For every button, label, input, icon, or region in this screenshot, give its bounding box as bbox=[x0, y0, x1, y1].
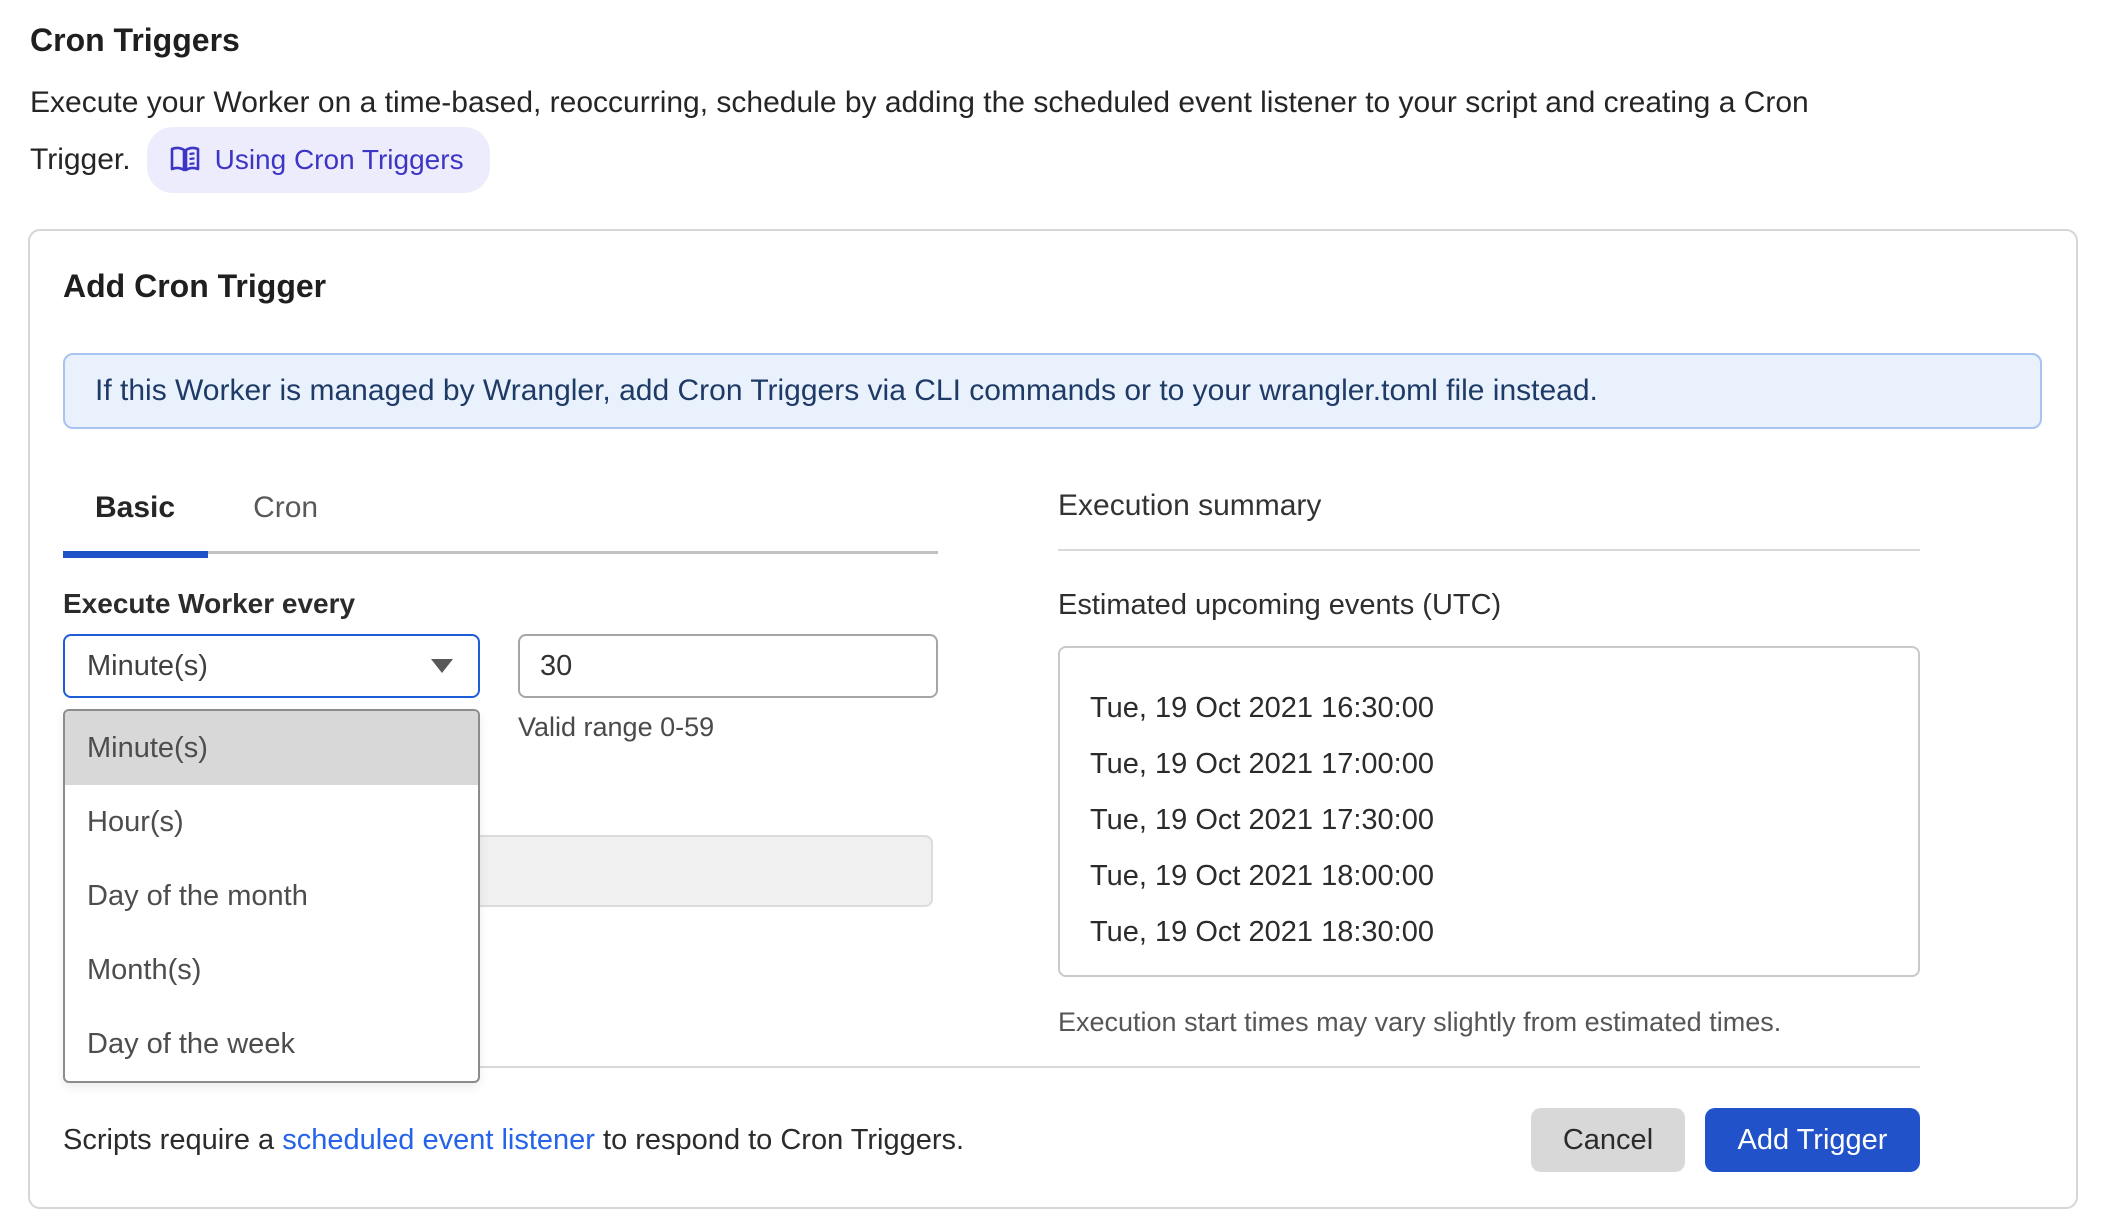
execution-summary-title: Execution summary bbox=[1058, 485, 1920, 523]
card-footer: Scripts require a scheduled event listen… bbox=[63, 1108, 1920, 1172]
description-line2: Trigger. bbox=[30, 136, 131, 184]
cron-triggers-page: Cron Triggers Execute your Worker on a t… bbox=[0, 0, 2108, 1209]
event-item: Tue, 19 Oct 2021 18:00:00 bbox=[1090, 848, 1888, 904]
event-item: Tue, 19 Oct 2021 17:30:00 bbox=[1090, 792, 1888, 848]
trigger-form-column: Basic Cron Execute Worker every Minute(s… bbox=[63, 485, 938, 1038]
execution-summary-divider bbox=[1058, 549, 1920, 551]
book-icon bbox=[169, 145, 201, 175]
card-title: Add Cron Trigger bbox=[63, 264, 2042, 305]
period-select[interactable]: Minute(s) bbox=[63, 634, 480, 698]
tab-cron[interactable]: Cron bbox=[253, 491, 318, 551]
scheduled-event-listener-link[interactable]: scheduled event listener bbox=[282, 1124, 595, 1156]
footer-note-after: to respond to Cron Triggers. bbox=[595, 1124, 964, 1156]
event-item: Tue, 19 Oct 2021 18:30:00 bbox=[1090, 904, 1888, 960]
tab-basic[interactable]: Basic bbox=[95, 491, 175, 551]
dropdown-option-months[interactable]: Month(s) bbox=[65, 933, 478, 1007]
chevron-down-icon bbox=[431, 659, 453, 673]
column-gap bbox=[938, 485, 1058, 1038]
page-title: Cron Triggers bbox=[30, 22, 2078, 59]
add-cron-trigger-card: Add Cron Trigger If this Worker is manag… bbox=[28, 229, 2078, 1209]
dropdown-option-day-of-month[interactable]: Day of the month bbox=[65, 859, 478, 933]
banner-text: If this Worker is managed by Wrangler, a… bbox=[95, 374, 1598, 408]
footer-note: Scripts require a scheduled event listen… bbox=[63, 1124, 1531, 1157]
event-item: Tue, 19 Oct 2021 17:00:00 bbox=[1090, 736, 1888, 792]
tab-underline-active-indicator bbox=[63, 551, 208, 558]
add-trigger-button[interactable]: Add Trigger bbox=[1705, 1108, 1920, 1172]
period-select-value: Minute(s) bbox=[87, 650, 431, 683]
execution-summary-column: Execution summary Estimated upcoming eve… bbox=[1058, 485, 1920, 1038]
period-dropdown-menu: Minute(s) Hour(s) Day of the month Month… bbox=[63, 709, 480, 1083]
using-cron-triggers-link[interactable]: Using Cron Triggers bbox=[147, 127, 490, 193]
dropdown-option-day-of-week[interactable]: Day of the week bbox=[65, 1007, 478, 1081]
wrangler-info-banner: If this Worker is managed by Wrangler, a… bbox=[63, 353, 2042, 429]
minute-value-input[interactable] bbox=[518, 634, 938, 698]
tab-bar: Basic Cron bbox=[63, 485, 938, 551]
dropdown-option-hours[interactable]: Hour(s) bbox=[65, 785, 478, 859]
card-columns: Basic Cron Execute Worker every Minute(s… bbox=[63, 485, 1920, 1038]
cancel-button[interactable]: Cancel bbox=[1531, 1108, 1685, 1172]
description-line1: Execute your Worker on a time-based, reo… bbox=[30, 79, 2078, 127]
estimated-events-box: Tue, 19 Oct 2021 16:30:00 Tue, 19 Oct 20… bbox=[1058, 646, 1920, 977]
page-description: Execute your Worker on a time-based, reo… bbox=[30, 79, 2078, 193]
event-item: Tue, 19 Oct 2021 16:30:00 bbox=[1090, 680, 1888, 736]
execute-worker-every-label: Execute Worker every bbox=[63, 588, 938, 620]
execution-note: Execution start times may vary slightly … bbox=[1058, 1007, 1920, 1038]
tab-underline bbox=[63, 551, 938, 558]
footer-note-before: Scripts require a bbox=[63, 1124, 282, 1156]
valid-range-hint: Valid range 0-59 bbox=[518, 712, 938, 743]
estimated-events-label: Estimated upcoming events (UTC) bbox=[1058, 589, 1920, 622]
period-field-row: Minute(s) bbox=[63, 634, 938, 698]
docs-link-label: Using Cron Triggers bbox=[215, 136, 464, 184]
dropdown-option-minutes[interactable]: Minute(s) bbox=[65, 711, 478, 785]
